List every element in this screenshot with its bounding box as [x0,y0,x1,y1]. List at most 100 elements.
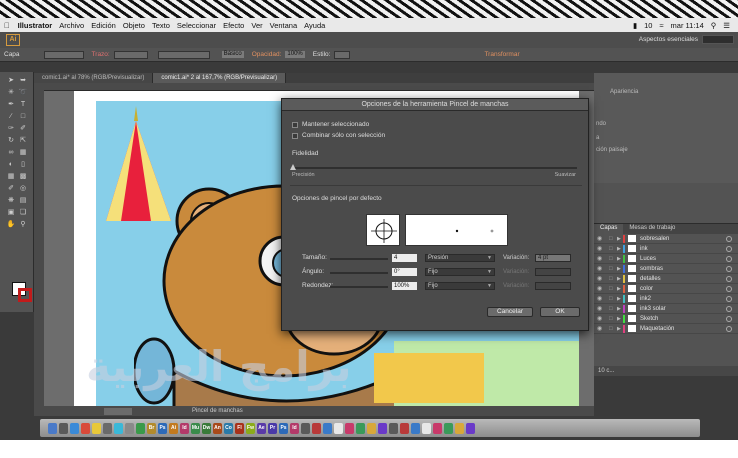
layer-target-icon[interactable] [726,305,732,312]
appearance-row-1[interactable]: Apariencia [610,89,638,95]
eye-icon[interactable]: ◉ [597,275,605,282]
layer-row[interactable]: ◉ □ ▶ color [594,284,738,294]
graph-tool-icon[interactable]: ▤ [18,196,28,205]
menu-ayuda[interactable]: Ayuda [304,21,325,30]
dock-adobe-app-icon[interactable]: Ps [158,422,167,434]
layer-target-icon[interactable] [726,265,732,272]
opacity-label[interactable]: Opacidad: [252,51,282,58]
dock-app-icon[interactable] [81,422,90,434]
layer-row[interactable]: ◉ □ ▶ Luces [594,254,738,264]
hand-tool-icon[interactable]: ✋ [6,220,16,229]
angle-variation-field[interactable] [535,268,571,276]
dock-adobe-app-icon[interactable]: Mu [191,422,200,434]
angle-mode-dropdown[interactable]: Fijo ▼ [425,268,495,276]
perspective-tool-icon[interactable]: ▯ [18,160,28,169]
dock-adobe-app-icon[interactable]: Ps [279,422,288,434]
layer-name[interactable]: ink2 [640,296,726,302]
fidelity-slider-knob[interactable] [290,164,296,170]
lock-icon[interactable]: □ [609,236,617,242]
dock-app-icon[interactable] [345,422,354,434]
size-slider[interactable] [330,258,388,260]
workspace-switcher[interactable]: Aspectos esenciales [639,36,698,43]
layer-name[interactable]: sobresalen [640,236,726,242]
menu-objeto[interactable]: Objeto [123,21,145,30]
artboard-tool-icon[interactable]: ▣ [6,208,16,217]
pen-tool-icon[interactable]: ✒ [6,100,16,109]
transform-label[interactable]: Transformar [484,51,519,58]
blob-brush-tool-icon[interactable]: ✐ [18,124,28,133]
layer-target-icon[interactable] [726,295,732,302]
fidelity-slider[interactable] [292,167,577,169]
selection-tool-icon[interactable]: ➤ [6,76,16,85]
lock-icon[interactable]: □ [609,266,617,272]
fill-control[interactable] [43,50,84,59]
cancel-button[interactable]: Cancelar [487,307,533,317]
tab-capas[interactable]: Capas [594,224,624,234]
layer-name[interactable]: Sketch [640,316,726,322]
paintbrush-tool-icon[interactable]: ✑ [6,124,16,133]
merge-selection-checkbox[interactable]: Combinar sólo con selección [292,132,385,139]
eye-icon[interactable]: ◉ [597,245,605,252]
mesh-tool-icon[interactable]: ▦ [6,172,16,181]
rotate-tool-icon[interactable]: ↻ [6,136,16,145]
zoom-tool-icon[interactable]: ⚲ [18,220,28,229]
scale-tool-icon[interactable]: ⇱ [18,136,28,145]
layer-target-icon[interactable] [726,315,732,322]
shape-builder-tool-icon[interactable]: ◐ [6,160,16,169]
menu-texto[interactable]: Texto [152,21,170,30]
style-dropdown[interactable] [334,50,351,59]
lock-icon[interactable]: □ [609,306,617,312]
lock-icon[interactable]: □ [609,316,617,322]
eye-icon[interactable]: ◉ [597,265,605,272]
eye-icon[interactable]: ◉ [597,235,605,242]
gradient-tool-icon[interactable]: ▩ [18,172,28,181]
stroke-label[interactable]: Trazo: [92,51,110,58]
keep-selected-checkbox[interactable]: Mantener seleccionado [292,121,369,128]
eye-icon[interactable]: ◉ [597,285,605,292]
layer-name[interactable]: Luces [640,256,726,262]
roundness-mode-dropdown[interactable]: Fijo ▼ [425,282,495,290]
blend-tool-icon[interactable]: ◎ [18,184,28,193]
opacity-field[interactable]: 100% [285,51,305,58]
layer-row[interactable]: ◉ □ ▶ ink2 [594,294,738,304]
dock-adobe-app-icon[interactable]: Dw [202,422,211,434]
dock-app-icon[interactable] [312,422,321,434]
tab-mesas-de-trabajo[interactable]: Mesas de trabajo [623,224,681,234]
vertical-ruler[interactable] [34,83,44,408]
lock-icon[interactable]: □ [609,326,617,332]
dock-app-icon[interactable] [466,422,475,434]
menu-efecto[interactable]: Efecto [223,21,244,30]
spotlight-icon[interactable]: ⚲ [711,21,717,30]
eye-icon[interactable]: ◉ [597,315,605,322]
layer-name[interactable]: sombras [640,266,726,272]
dock-app-icon[interactable] [356,422,365,434]
checkbox-box[interactable] [292,121,298,128]
type-tool-icon[interactable]: T [18,100,28,109]
eye-icon[interactable]: ◉ [597,255,605,262]
dock-adobe-app-icon[interactable]: Co [224,422,233,434]
layer-row[interactable]: ◉ □ ▶ ink [594,244,738,254]
dock-app-icon[interactable] [411,422,420,434]
clock[interactable]: mar 11:14 [671,21,704,30]
angle-slider[interactable] [330,272,388,274]
layer-target-icon[interactable] [726,255,732,262]
dock-app-icon[interactable] [400,422,409,434]
checkbox-box[interactable] [292,132,298,139]
horizontal-ruler[interactable] [44,83,594,91]
layer-name[interactable]: color [640,286,726,292]
direct-selection-tool-icon[interactable]: ➥ [18,76,28,85]
menu-seleccionar[interactable]: Seleccionar [177,21,216,30]
roundness-slider[interactable] [330,286,388,288]
apple-icon[interactable]:  [4,21,10,30]
layer-name[interactable]: ink3 solar [640,306,726,312]
dock-app-icon[interactable] [378,422,387,434]
ok-button[interactable]: OK [540,307,580,317]
dock-adobe-app-icon[interactable]: Ae [257,422,266,434]
brush-shape-preview[interactable] [366,214,400,246]
lock-icon[interactable]: □ [609,276,617,282]
dock-app-icon[interactable] [455,422,464,434]
stroke-weight-field[interactable] [113,50,148,59]
menu-ver[interactable]: Ver [251,21,262,30]
doc-tab-2[interactable]: comic1.ai* 2 al 167,7% (RGB/Previsualiza… [153,73,287,83]
finder-icon[interactable] [48,422,57,434]
